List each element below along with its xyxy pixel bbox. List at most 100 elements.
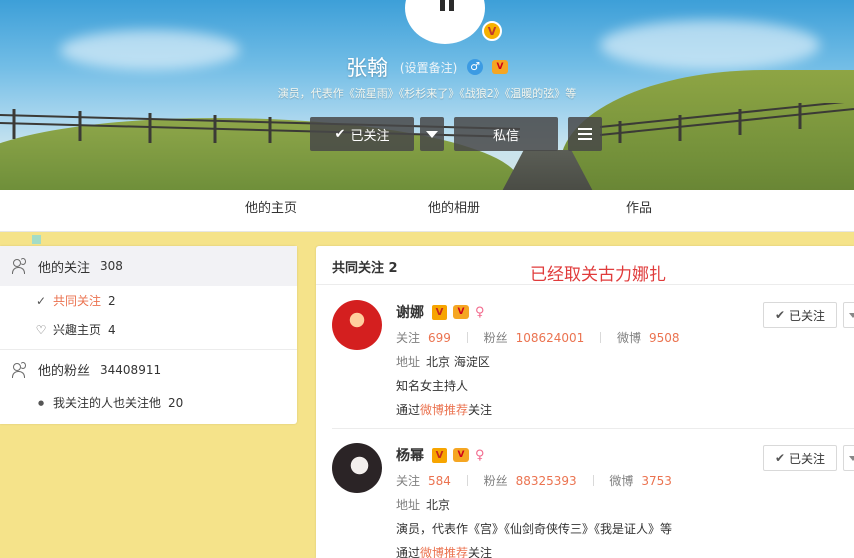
- divider: [332, 428, 854, 429]
- menu-icon: [578, 128, 592, 140]
- recommend-link[interactable]: 微博推荐: [420, 403, 468, 417]
- follow-options-dropdown[interactable]: [420, 117, 444, 151]
- profile-bio: 演员，代表作《流星雨》《杉杉来了》《战狼2》《温暖的弦》等: [277, 87, 577, 100]
- address-value: 北京 海淀区: [426, 355, 490, 369]
- sidebar-item-also-follow[interactable]: ● 我关注的人也关注他 20: [34, 394, 183, 411]
- sidebar-item-count: 20: [168, 395, 184, 410]
- people-icon: [12, 258, 28, 274]
- verified-badge-icon: V: [482, 21, 502, 41]
- sidebar-item-mutual[interactable]: ✓ 共同关注 2: [34, 292, 116, 309]
- check-icon: ✔: [334, 126, 346, 142]
- verified-icon: V: [432, 304, 447, 320]
- via-prefix: 通过: [396, 403, 421, 417]
- followed-button[interactable]: ✔ 已关注: [763, 302, 837, 328]
- list-item: 谢娜 V V ♀ 关注 699 粉丝 108624001 微博 9508 地址 北京 海…: [316, 300, 854, 440]
- set-remark-link[interactable]: (设置备注): [400, 61, 457, 75]
- fans-count[interactable]: 108624001: [516, 331, 585, 345]
- vip-crown-icon: V: [491, 60, 508, 74]
- profile-name-row: 张翰 (设置备注) ♂ V: [0, 52, 854, 82]
- check-icon: ✔: [774, 308, 786, 322]
- message-button[interactable]: 私信: [454, 117, 558, 151]
- profile-avatar[interactable]: [405, 0, 485, 44]
- male-icon: ♂: [467, 59, 484, 75]
- address-value: 北京: [426, 498, 451, 512]
- sidebar-item-count: 2: [108, 293, 116, 308]
- following-count[interactable]: 699: [428, 331, 451, 345]
- via-suffix: 关注: [468, 546, 493, 558]
- check-icon: ✓: [35, 293, 47, 308]
- sidebar-item-label: 共同关注: [53, 294, 102, 308]
- followed-button-label: 已关注: [789, 451, 826, 466]
- message-button-label: 私信: [492, 128, 519, 144]
- user-description: 演员，代表作《宫》《仙剑奇侠传三》《我是证人》等: [396, 522, 673, 536]
- vip-crown-icon: V: [453, 305, 469, 319]
- profile-name: 张翰: [346, 56, 389, 80]
- user-address: 地址 北京 海淀区: [396, 353, 490, 370]
- weibo-count[interactable]: 3753: [641, 474, 672, 488]
- user-name[interactable]: 谢娜: [396, 302, 424, 322]
- user-stats: 关注 699 粉丝 108624001 微博 9508: [396, 329, 680, 346]
- follow-source: 通过微博推荐关注: [396, 544, 492, 558]
- divider: [466, 332, 468, 343]
- sidebar-item-label: 他的粉丝: [38, 364, 91, 379]
- recommend-link[interactable]: 微博推荐: [420, 546, 468, 558]
- more-options-button[interactable]: [843, 302, 854, 328]
- tab-album[interactable]: 他的相册: [428, 190, 480, 232]
- divider: [0, 349, 297, 350]
- relations-sidebar: 他的关注 308 ✓ 共同关注 2 ♡ 兴趣主页 4 他的粉丝 34408911…: [0, 246, 297, 424]
- sidebar-item-count: 34408911: [100, 362, 162, 377]
- following-label: 关注: [396, 331, 421, 345]
- profile-tabs: 他的主页 他的相册 作品: [0, 190, 854, 232]
- tab-home[interactable]: 他的主页: [245, 190, 297, 232]
- divider: [592, 475, 594, 486]
- annotation-text: 已经取关古力娜扎: [530, 265, 666, 285]
- user-avatar[interactable]: [332, 443, 382, 493]
- female-icon: ♀: [475, 304, 485, 320]
- user-stats: 关注 584 粉丝 88325393 微博 3753: [396, 472, 672, 489]
- sidebar-item-following[interactable]: 他的关注 308: [0, 246, 297, 286]
- address-label: 地址: [396, 498, 421, 512]
- follow-source: 通过微博推荐关注: [396, 401, 492, 418]
- weibo-label: 微博: [609, 474, 634, 488]
- heart-icon: ♡: [35, 322, 47, 337]
- list-item: 杨幂 V V ♀ 关注 584 粉丝 88325393 微博 3753 地址 北京 演员…: [316, 443, 854, 558]
- divider: [600, 332, 602, 343]
- more-menu-button[interactable]: [568, 117, 602, 151]
- weibo-count[interactable]: 9508: [649, 331, 680, 345]
- followed-button[interactable]: ✔ 已关注: [310, 117, 414, 151]
- tab-works[interactable]: 作品: [626, 190, 652, 232]
- fans-label: 粉丝: [483, 331, 508, 345]
- people-icon: [12, 361, 28, 378]
- following-count[interactable]: 584: [428, 474, 451, 488]
- fans-count[interactable]: 88325393: [516, 474, 577, 488]
- user-address: 地址 北京: [396, 496, 450, 513]
- via-suffix: 关注: [468, 403, 493, 417]
- sidebar-item-label: 我关注的人也关注他: [53, 396, 162, 410]
- sidebar-item-fans[interactable]: 他的粉丝 34408911: [0, 360, 297, 379]
- sidebar-item-interests[interactable]: ♡ 兴趣主页 4: [34, 321, 116, 338]
- followed-button-label: 已关注: [350, 128, 390, 144]
- followed-button[interactable]: ✔ 已关注: [763, 445, 837, 471]
- divider: [316, 284, 854, 285]
- user-name[interactable]: 杨幂: [396, 445, 424, 465]
- user-name-row: 杨幂 V V ♀: [396, 445, 485, 465]
- user-avatar[interactable]: [332, 300, 382, 350]
- followed-button-label: 已关注: [789, 308, 826, 323]
- caret-down-icon: [426, 130, 438, 138]
- bullet-icon: ●: [37, 398, 45, 407]
- via-prefix: 通过: [396, 546, 421, 558]
- more-options-button[interactable]: [843, 445, 854, 471]
- profile-cover: V 张翰 (设置备注) ♂ V 演员，代表作《流星雨》《杉杉来了》《战狼2》《温…: [0, 0, 854, 190]
- panel-title: 共同关注 2: [332, 261, 398, 276]
- sidebar-item-label: 他的关注: [38, 260, 91, 276]
- verified-icon: V: [432, 447, 447, 463]
- address-label: 地址: [396, 355, 421, 369]
- sidebar-item-label: 兴趣主页: [53, 323, 102, 337]
- vip-crown-icon: V: [453, 448, 469, 462]
- weibo-label: 微博: [616, 331, 641, 345]
- sidebar-item-count: 4: [108, 322, 116, 337]
- user-name-row: 谢娜 V V ♀: [396, 302, 485, 322]
- user-description: 知名女主持人: [396, 379, 469, 393]
- mutual-follow-panel: 共同关注 2 已经取关古力娜扎 谢娜 V V ♀ 关注 699 粉丝 1086240…: [316, 246, 854, 558]
- following-label: 关注: [396, 474, 421, 488]
